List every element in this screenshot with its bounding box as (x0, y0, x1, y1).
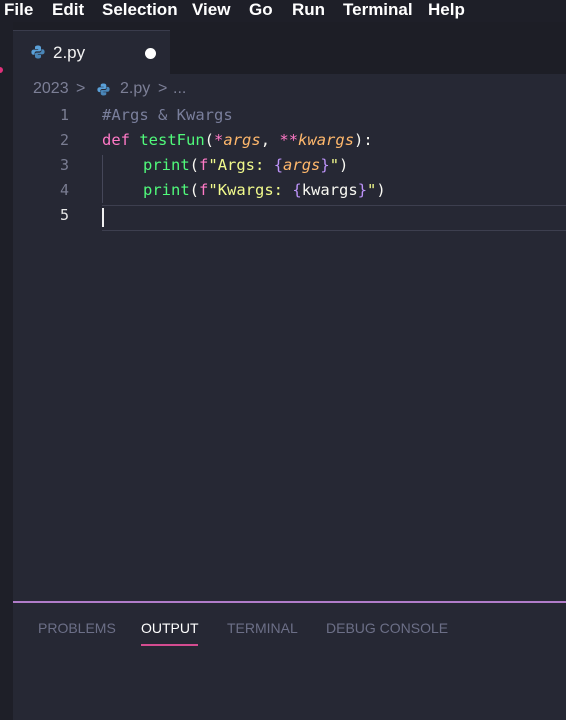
code-line[interactable]: 5 (13, 204, 566, 229)
brace: { (273, 156, 284, 174)
punctuation: ) (376, 181, 386, 199)
parameter: args (223, 131, 261, 149)
code-line[interactable]: 4 print(f"Kwargs: {kwargs}") (13, 179, 566, 204)
menu-go[interactable]: Go (249, 0, 273, 20)
menu-bar: File Edit Selection View Go Run Terminal… (0, 0, 566, 22)
code-line[interactable]: 3 print(f"Args: {args}") (13, 154, 566, 179)
panel-tab-terminal[interactable]: TERMINAL (227, 620, 298, 636)
python-icon (31, 45, 45, 59)
breadcrumb-file[interactable]: 2.py (120, 80, 150, 98)
panel-tab-debug-console[interactable]: DEBUG CONSOLE (326, 620, 448, 636)
panel-tab-output[interactable]: OUTPUT (141, 620, 199, 636)
text-cursor (102, 208, 104, 227)
string-prefix: f (199, 181, 209, 199)
menu-selection[interactable]: Selection (102, 0, 178, 20)
code-line[interactable]: 2 def testFun(*args, **kwargs): (13, 129, 566, 154)
string-prefix: f (199, 156, 209, 174)
unsaved-dot-icon[interactable] (145, 48, 156, 59)
code-text: print(f"Kwargs: {kwargs}") (143, 181, 386, 199)
activity-bar-edge (0, 22, 13, 720)
active-tab-indicator (141, 644, 198, 646)
menu-view[interactable]: View (192, 0, 230, 20)
code-editor[interactable]: 1 #Args & Kwargs 2 def testFun(*args, **… (13, 104, 566, 601)
brace: { (292, 181, 302, 199)
breadcrumb-separator: > (76, 80, 86, 97)
editor-tab-bar: 2.py (13, 22, 566, 75)
breadcrumb-more[interactable]: ... (173, 80, 186, 98)
variable: args (283, 156, 321, 174)
keyword: def (102, 131, 130, 149)
editor-tab-2py[interactable]: 2.py (13, 30, 170, 75)
tab-filename: 2.py (53, 43, 86, 62)
punctuation: ( (204, 131, 215, 149)
vscode-window: File Edit Selection View Go Run Terminal… (0, 0, 566, 720)
punctuation: ) (339, 156, 349, 174)
menu-run[interactable]: Run (292, 0, 325, 20)
panel-tab-problems[interactable]: PROBLEMS (38, 620, 116, 636)
operator: ** (279, 131, 299, 149)
punctuation: ): (354, 131, 373, 149)
breadcrumb-folder[interactable]: 2023 (33, 80, 69, 98)
code-text: #Args & Kwargs (102, 106, 233, 124)
punctuation: , (260, 131, 280, 149)
code-line[interactable]: 1 #Args & Kwargs (13, 104, 566, 129)
breadcrumb-separator: > (158, 80, 168, 97)
function-name: print (143, 156, 190, 174)
line-number: 5 (59, 206, 69, 224)
line-number: 2 (59, 131, 69, 149)
line-number: 4 (59, 181, 69, 199)
punctuation: ( (189, 156, 200, 174)
menu-file[interactable]: File (4, 0, 33, 20)
line-number: 3 (59, 156, 69, 174)
brace: } (357, 181, 368, 199)
function-name: testFun (139, 131, 205, 149)
menu-help[interactable]: Help (428, 0, 465, 20)
variable: kwargs (301, 181, 358, 199)
line-number: 1 (59, 106, 69, 124)
brace: } (320, 156, 330, 174)
menu-edit[interactable]: Edit (52, 0, 84, 20)
python-icon (97, 83, 110, 96)
menu-terminal[interactable]: Terminal (343, 0, 413, 20)
string: " (329, 156, 340, 174)
parameter: kwargs (298, 131, 355, 149)
string: " (367, 181, 377, 199)
string: "Args: (208, 156, 274, 174)
function-name: print (143, 181, 190, 199)
bottom-panel: PROBLEMS OUTPUT TERMINAL DEBUG CONSOLE (13, 601, 566, 720)
comment: #Args & Kwargs (102, 106, 233, 124)
string: "Kwargs: (208, 181, 293, 199)
punctuation: ( (189, 181, 200, 199)
operator: * (214, 131, 224, 149)
code-text: def testFun(*args, **kwargs): (102, 131, 373, 149)
code-text: print(f"Args: {args}") (143, 156, 348, 174)
